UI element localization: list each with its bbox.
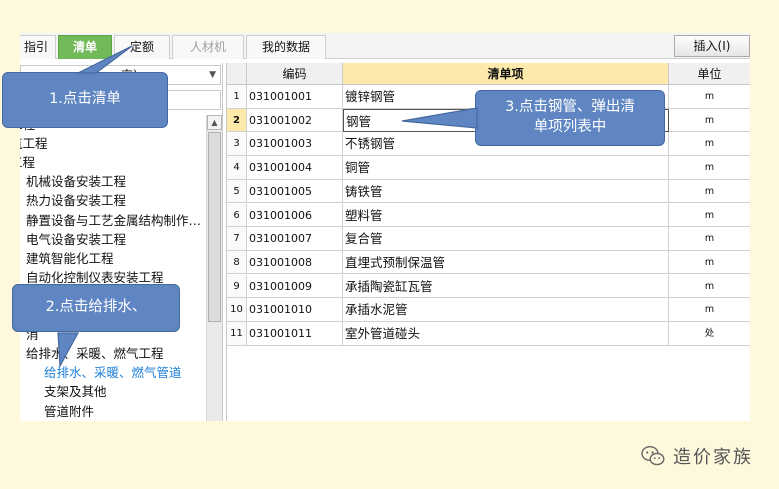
callout-step3-pointer	[401, 107, 478, 129]
callout-step1-pointer	[77, 45, 133, 74]
watermark-text: 造价家族	[673, 447, 753, 468]
wechat-icon	[641, 445, 665, 466]
screenshot-frame: 指引 清单 定额 人材机 我的数据 插入(I) 京) ▼ 工程筑工程工程机械设备…	[0, 0, 779, 489]
callout-arrows	[57, 45, 478, 369]
watermark: 造价家族	[641, 443, 753, 469]
callout-step2-pointer	[57, 332, 80, 369]
